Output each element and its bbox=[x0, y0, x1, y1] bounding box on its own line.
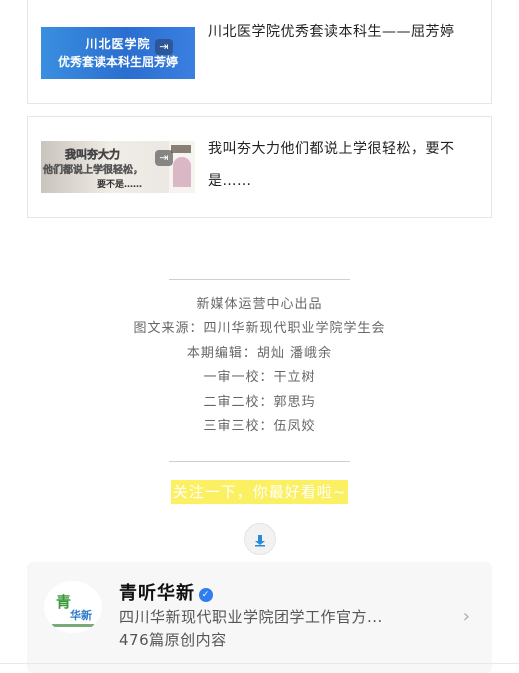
article-card-1[interactable]: 川北医学院 优秀套读本科生屈芳婷 ⇥ 川北医学院优秀套读本科生——屈芳婷 bbox=[27, 0, 492, 104]
article-thumbnail[interactable]: 川北医学院 优秀套读本科生屈芳婷 ⇥ bbox=[41, 27, 195, 79]
credits-editor: 本期编辑：胡灿 潘峨余 bbox=[186, 345, 333, 361]
divider bbox=[0, 663, 519, 664]
logo-text: 青 bbox=[56, 593, 72, 611]
credits-review-1: 一审一校：干立树 bbox=[203, 370, 316, 386]
chevron-right-icon[interactable]: › bbox=[463, 606, 470, 627]
share-icon[interactable]: ⇥ bbox=[155, 150, 173, 166]
article-card-2[interactable]: 我叫夯大力 他们都说上学很轻松， 要不是…… ⇥ 我叫夯大力他们都说上学很轻松，… bbox=[27, 116, 492, 218]
thumbnail-text: 优秀套读本科生屈芳婷 bbox=[57, 55, 178, 69]
divider bbox=[169, 461, 350, 462]
account-name: 青听华新 bbox=[119, 583, 195, 604]
scroll-down-button[interactable] bbox=[244, 523, 276, 555]
account-card[interactable]: 青 华新 青听华新 ✓ 四川华新现代职业学院团学工作官方... 476篇原创内容 … bbox=[27, 562, 492, 673]
divider bbox=[169, 279, 350, 280]
article-title[interactable]: 我叫夯大力他们都说上学很轻松，要不是…… bbox=[208, 133, 469, 197]
account-article-count: 476篇原创内容 bbox=[119, 631, 227, 649]
article-thumbnail[interactable]: 我叫夯大力 他们都说上学很轻松， 要不是…… ⇥ bbox=[41, 141, 195, 193]
account-description: 四川华新现代职业学院团学工作官方... bbox=[119, 608, 383, 626]
credits-block: 新媒体运营中心出品 图文来源：四川华新现代职业学院学生会 本期编辑：胡灿 潘峨余… bbox=[0, 293, 519, 439]
logo-text: 华新 bbox=[70, 609, 92, 622]
logo-underline bbox=[52, 624, 94, 627]
share-icon[interactable]: ⇥ bbox=[155, 39, 173, 55]
article-title[interactable]: 川北医学院优秀套读本科生——屈芳婷 bbox=[208, 16, 469, 48]
arrow-down-icon bbox=[255, 535, 265, 547]
credits-review-2: 二审二校：郭思玙 bbox=[203, 394, 316, 410]
thumbnail-text: 要不是…… bbox=[97, 180, 143, 190]
verified-icon: ✓ bbox=[199, 588, 213, 602]
credits-source: 图文来源：四川华新现代职业学院学生会 bbox=[133, 321, 386, 337]
follow-text: 关注一下，你最好看啦~ bbox=[170, 480, 349, 504]
thumbnail-text: 我叫夯大力 bbox=[65, 148, 121, 162]
credits-producer: 新媒体运营中心出品 bbox=[196, 297, 323, 312]
account-name-row[interactable]: 青听华新 ✓ bbox=[119, 579, 213, 605]
credits-review-3: 三审三校：伍凤姣 bbox=[203, 418, 316, 434]
follow-banner: 关注一下，你最好看啦~ bbox=[0, 480, 519, 504]
account-avatar[interactable]: 青 华新 bbox=[44, 581, 102, 633]
